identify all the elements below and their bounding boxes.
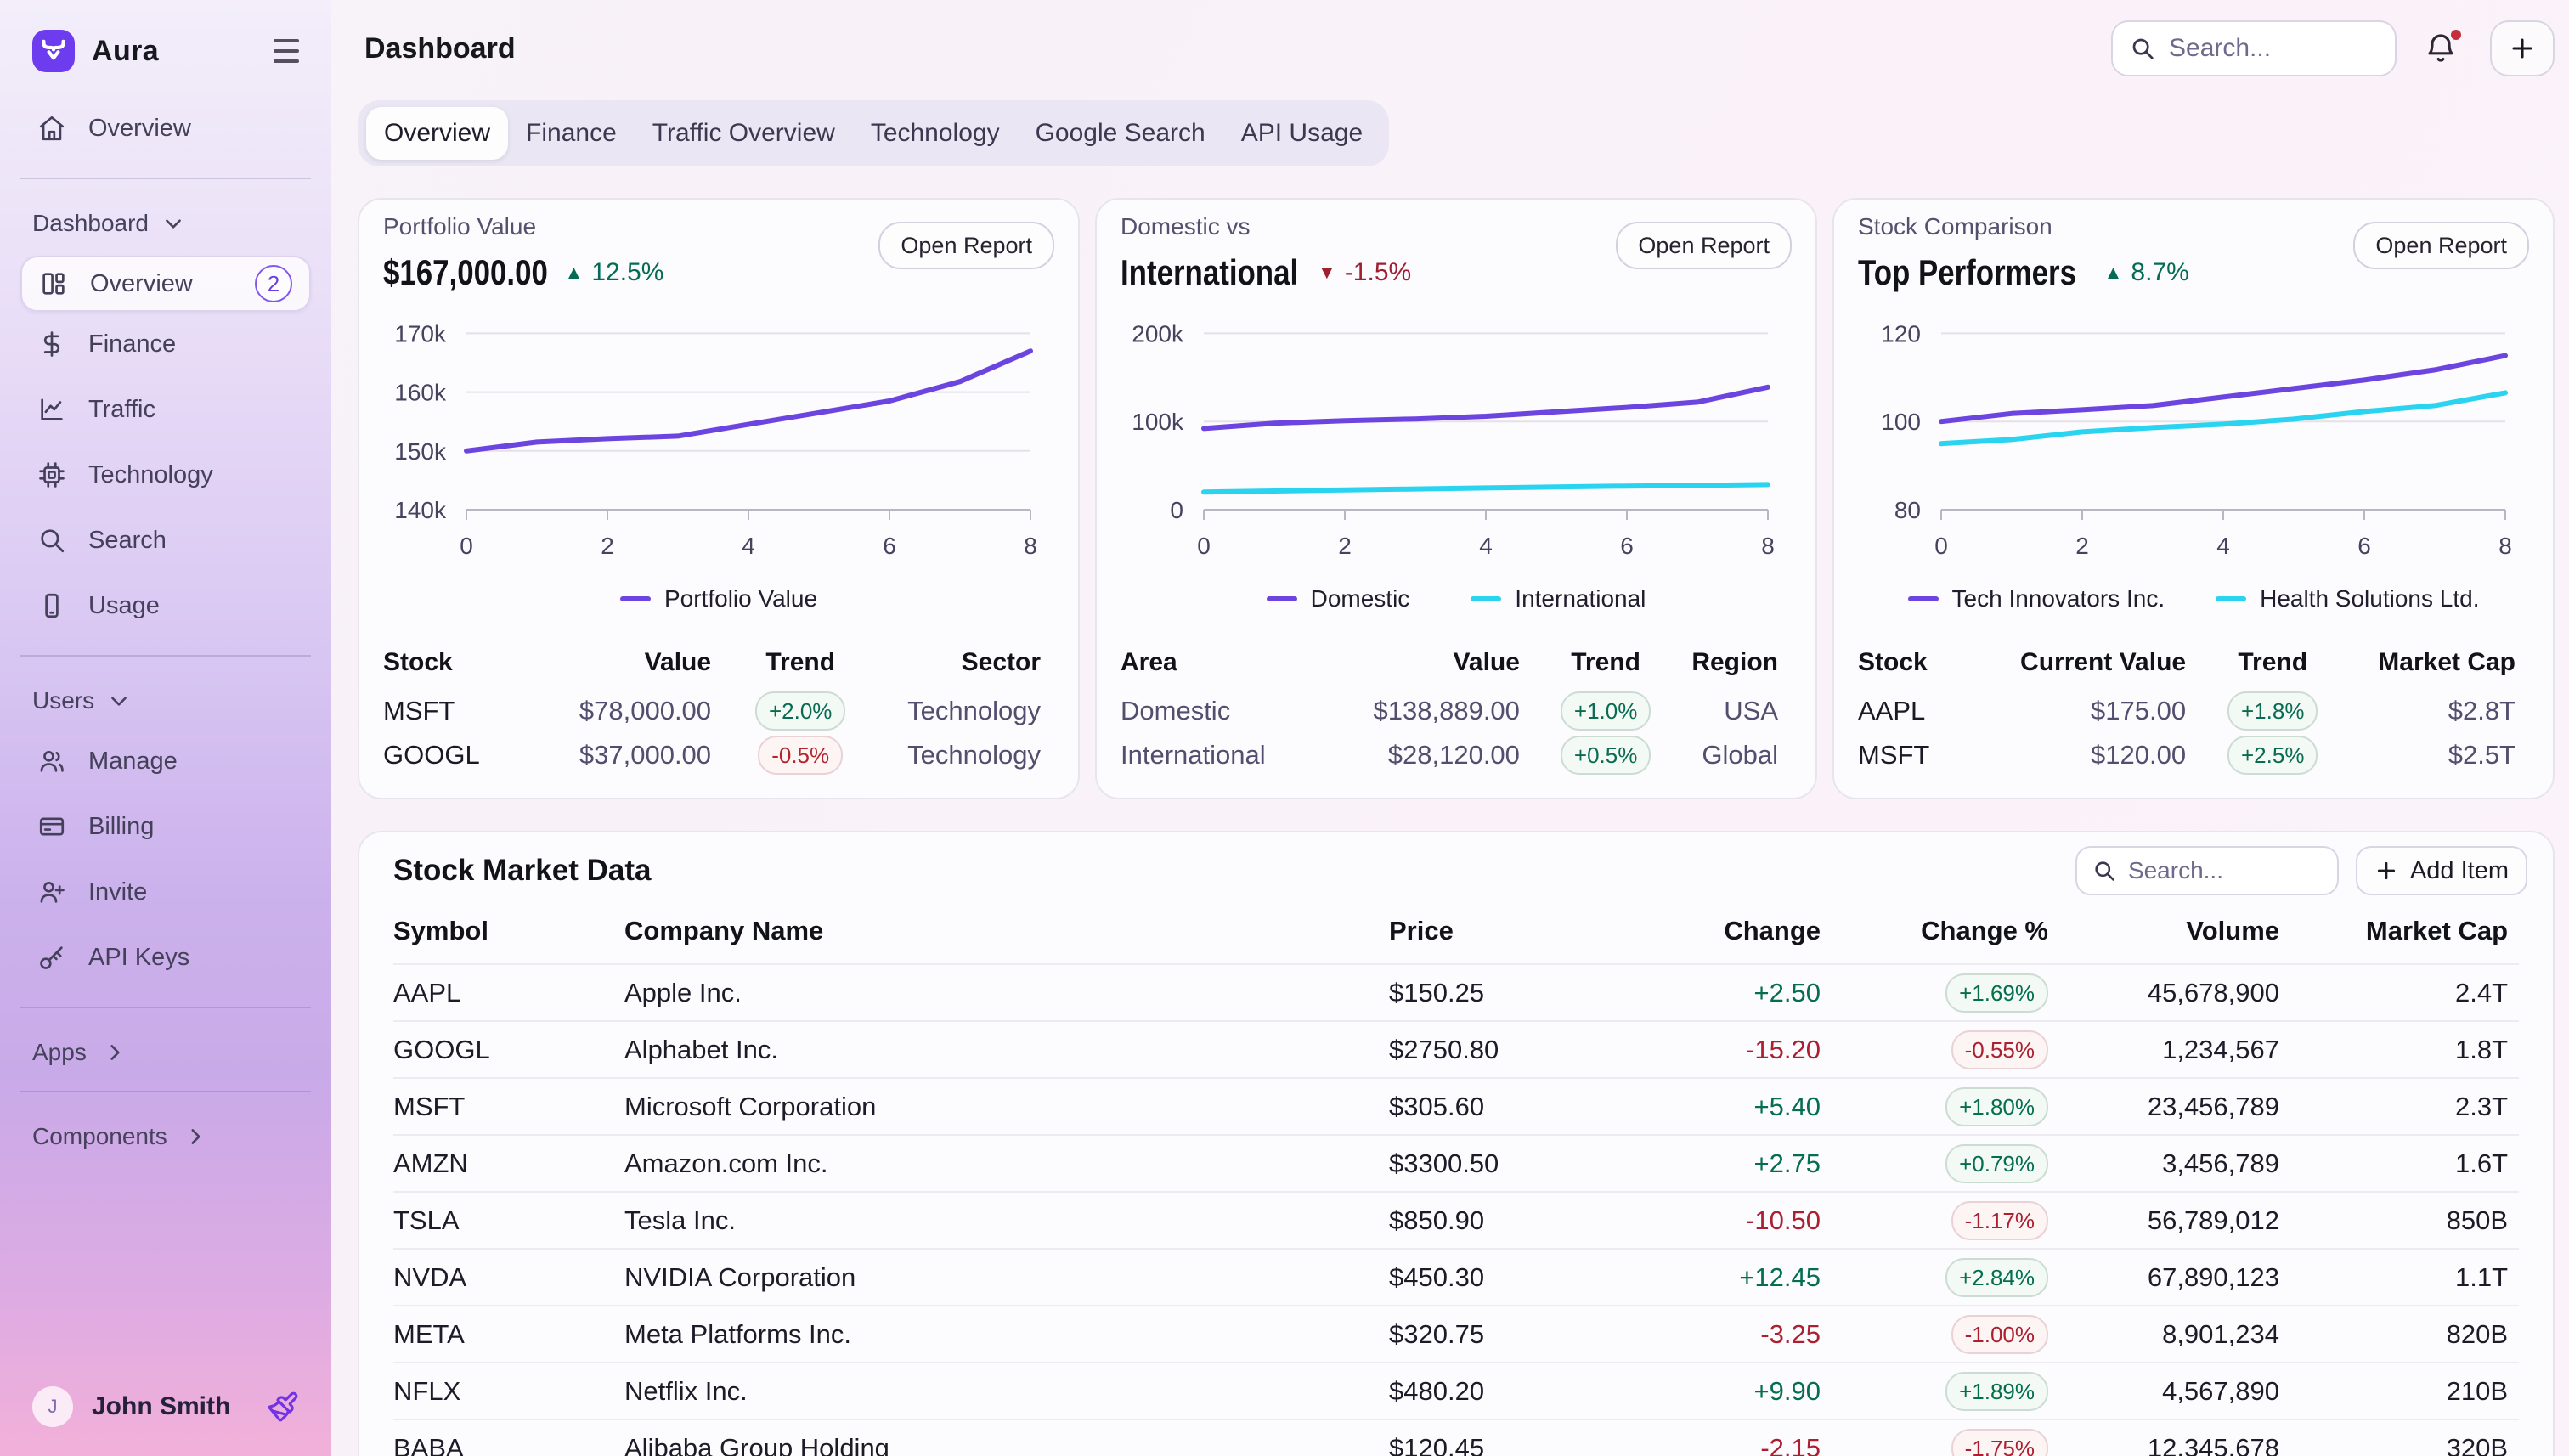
svg-text:200k: 200k	[1132, 320, 1184, 347]
svg-text:8: 8	[1761, 533, 1775, 559]
svg-text:100k: 100k	[1132, 409, 1184, 435]
svg-text:4: 4	[1479, 533, 1493, 559]
svg-text:6: 6	[1620, 533, 1634, 559]
svg-text:0: 0	[1170, 497, 1183, 523]
svg-text:0: 0	[1934, 533, 1948, 559]
svg-text:2: 2	[2075, 533, 2089, 559]
svg-text:2: 2	[1338, 533, 1352, 559]
svg-text:4: 4	[2216, 533, 2230, 559]
svg-text:2: 2	[601, 533, 614, 559]
svg-text:4: 4	[742, 533, 755, 559]
svg-text:170k: 170k	[394, 320, 447, 347]
svg-text:140k: 140k	[394, 497, 447, 523]
svg-text:6: 6	[2357, 533, 2371, 559]
svg-text:80: 80	[1894, 497, 1921, 523]
svg-text:160k: 160k	[394, 380, 447, 406]
svg-text:0: 0	[460, 533, 473, 559]
svg-text:6: 6	[883, 533, 896, 559]
svg-text:100: 100	[1881, 409, 1921, 435]
svg-text:120: 120	[1881, 320, 1921, 347]
svg-text:8: 8	[1024, 533, 1037, 559]
svg-text:8: 8	[2498, 533, 2512, 559]
svg-text:0: 0	[1197, 533, 1211, 559]
svg-text:150k: 150k	[394, 438, 447, 465]
